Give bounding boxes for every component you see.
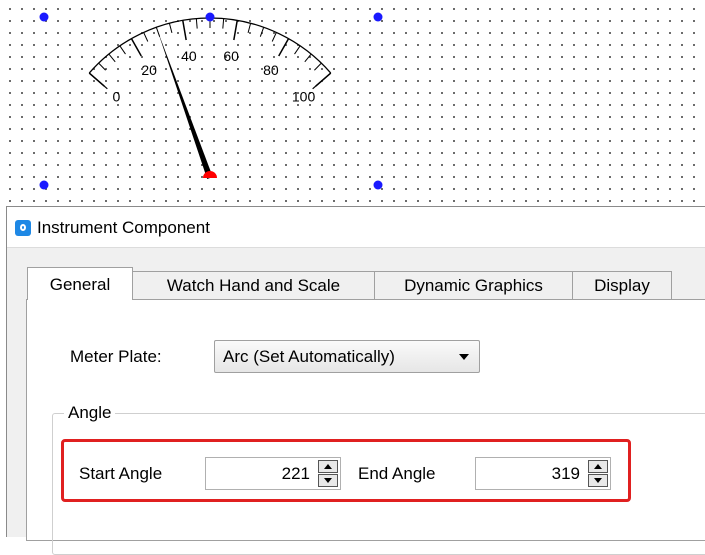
gauge-scale-label: 60: [223, 48, 239, 64]
end-angle-spinbox[interactable]: 319: [475, 457, 611, 490]
spin-up-icon[interactable]: [588, 460, 608, 473]
gauge-minor-tick: [98, 62, 106, 71]
start-angle-value: 221: [281, 464, 310, 483]
tab-general[interactable]: General: [27, 267, 133, 300]
chevron-down-icon: [459, 354, 469, 360]
instrument-component-dialog: Instrument Component General Watch Hand …: [6, 206, 705, 555]
gauge-minor-tick: [222, 18, 225, 29]
end-angle-value: 319: [551, 464, 580, 483]
start-angle-label: Start Angle: [79, 464, 163, 483]
gauge-major-tick: [233, 20, 238, 41]
start-angle-spin-buttons: [318, 460, 338, 487]
gauge-scale-label: 80: [263, 62, 279, 78]
tab-display[interactable]: Display: [572, 271, 672, 299]
gauge-minor-tick: [168, 23, 173, 34]
dialog-title: Instrument Component: [37, 218, 210, 237]
meter-plate-select[interactable]: Arc (Set Automatically): [214, 340, 480, 373]
gauge-minor-tick: [143, 32, 149, 42]
angle-group-title: Angle: [64, 403, 116, 423]
gauge-major-tick: [88, 72, 105, 87]
gauge-minor-tick: [294, 45, 301, 55]
spin-down-icon[interactable]: [318, 474, 338, 487]
dialog-titlebar: Instrument Component: [7, 207, 705, 248]
gauge-major-tick: [182, 20, 187, 41]
spin-up-icon[interactable]: [318, 460, 338, 473]
gauge-scale-label: 40: [181, 48, 197, 64]
gauge-major-tick: [130, 38, 142, 57]
selection-handle[interactable]: [373, 12, 383, 22]
gauge-minor-tick: [304, 53, 312, 63]
tab-watch-hand-and-scale[interactable]: Watch Hand and Scale: [132, 271, 375, 299]
gauge-minor-tick: [314, 62, 322, 71]
instrument-gauge[interactable]: 0 20 40 60 80 100: [0, 0, 705, 205]
gauge-scale-label: 100: [292, 89, 316, 105]
gauge-minor-tick: [259, 27, 265, 37]
selection-handle[interactable]: [373, 180, 383, 190]
spin-down-icon[interactable]: [588, 474, 608, 487]
gauge-scale-label: 0: [113, 89, 121, 105]
end-angle-label: End Angle: [358, 464, 436, 483]
gauge-major-tick: [315, 72, 332, 87]
start-angle-spinbox[interactable]: 221: [205, 457, 341, 490]
selection-handle[interactable]: [39, 180, 49, 190]
meter-plate-label: Meter Plate:: [70, 347, 162, 366]
gauge-minor-tick: [119, 45, 126, 55]
tab-dynamic-graphics[interactable]: Dynamic Graphics: [374, 271, 573, 299]
gauge-minor-tick: [195, 18, 198, 29]
selection-handle[interactable]: [205, 12, 215, 22]
gauge-minor-tick: [247, 23, 252, 34]
design-canvas[interactable]: 0 20 40 60 80 100: [0, 0, 705, 205]
meter-plate-value: Arc (Set Automatically): [223, 347, 395, 366]
gauge-minor-tick: [271, 32, 277, 42]
gauge-major-tick: [278, 38, 290, 57]
app-icon: [15, 220, 31, 236]
end-angle-spin-buttons: [588, 460, 608, 487]
selection-handle[interactable]: [39, 12, 49, 22]
gauge-scale-label: 20: [141, 62, 157, 78]
gauge-minor-tick: [108, 53, 116, 63]
